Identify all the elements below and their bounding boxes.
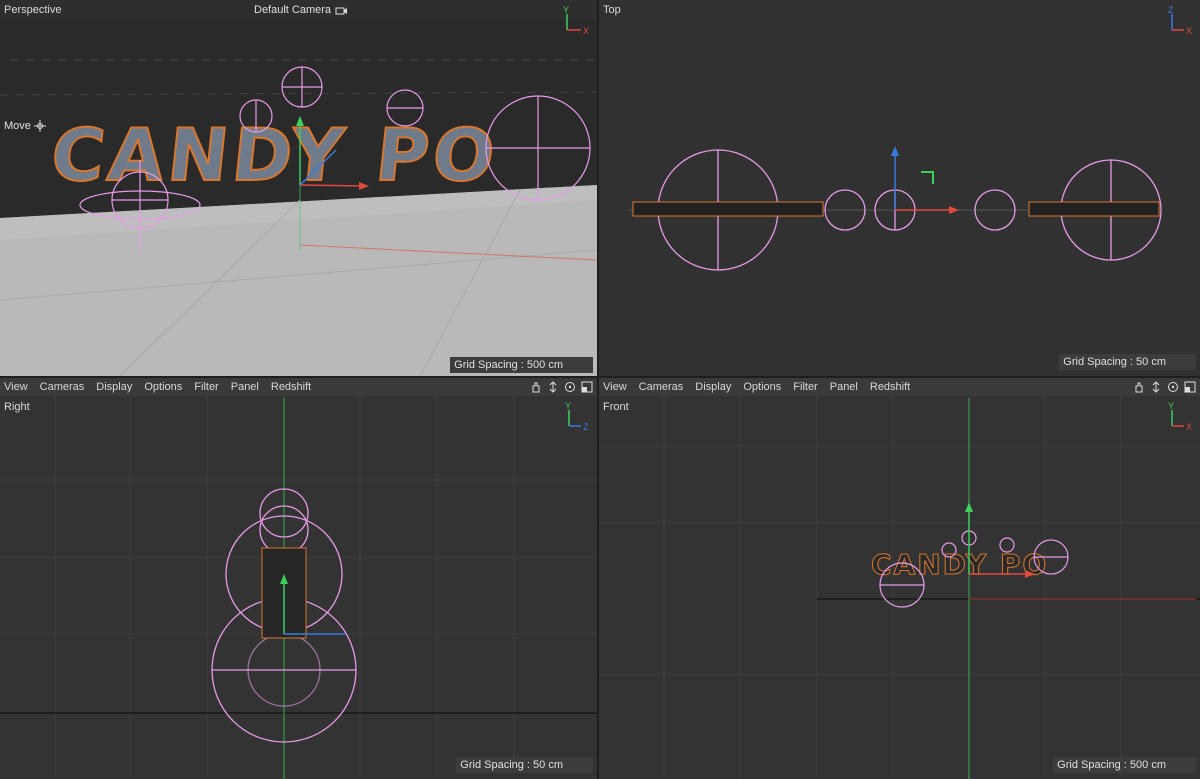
menu-cameras[interactable]: Cameras: [34, 378, 91, 396]
viewport-title[interactable]: Top: [603, 4, 621, 16]
axis-y-label: Y: [563, 5, 569, 15]
viewport-title[interactable]: Front: [603, 401, 629, 413]
axis-gizmo: Y X: [1168, 401, 1192, 432]
dolly-icon[interactable]: [547, 381, 559, 393]
move-tool-indicator: Move: [4, 120, 46, 132]
camera-selector[interactable]: Default Camera: [254, 4, 348, 16]
dolly-icon[interactable]: [1150, 381, 1162, 393]
right-viewport[interactable]: View Cameras Display Options Filter Pane…: [0, 378, 597, 779]
axis-gizmo: Z X: [1168, 5, 1192, 36]
menu-cameras[interactable]: Cameras: [633, 378, 690, 396]
right-scene: [0, 396, 597, 779]
top-scene: [629, 146, 1162, 271]
axis-gizmo: Y X: [563, 5, 589, 36]
axis-x-label: X: [1186, 422, 1192, 432]
top-viewport[interactable]: Top Z X Grid Spacing : 50 cm: [599, 0, 1200, 376]
axis-x-label: X: [1186, 26, 1192, 36]
menu-redshift[interactable]: Redshift: [864, 378, 916, 396]
rotate-icon[interactable]: [564, 381, 576, 393]
pan-icon[interactable]: [1133, 381, 1145, 393]
viewport-menubar: View Cameras Display Options Filter Pane…: [599, 378, 1200, 396]
axis-gizmo: Y Z: [565, 401, 589, 432]
axis-x-label: X: [583, 26, 589, 36]
axis-y-label: Y: [565, 401, 571, 411]
pan-icon[interactable]: [530, 381, 542, 393]
grid-spacing-label: Grid Spacing : 50 cm: [1059, 354, 1196, 370]
axis-z-label: Z: [583, 422, 589, 432]
menu-options[interactable]: Options: [138, 378, 188, 396]
tool-label: Move: [4, 120, 31, 132]
axis-y-label: Y: [1168, 401, 1174, 411]
menu-display[interactable]: Display: [90, 378, 138, 396]
camera-label: Default Camera: [254, 4, 332, 16]
menu-options[interactable]: Options: [737, 378, 787, 396]
grid-spacing-label: Grid Spacing : 500 cm: [1053, 757, 1196, 773]
svg-text:CANDY PO: CANDY PO: [871, 548, 1048, 581]
menu-redshift[interactable]: Redshift: [265, 378, 317, 396]
front-scene: CANDY PO: [599, 396, 1200, 779]
menu-view[interactable]: View: [599, 378, 633, 396]
camera-icon: [335, 7, 348, 15]
viewport-title[interactable]: Right: [4, 401, 30, 413]
viewport-nav-icons: [530, 378, 593, 396]
viewport-nav-icons: [1133, 378, 1196, 396]
viewport-title[interactable]: Perspective: [4, 4, 61, 16]
front-viewport[interactable]: View Cameras Display Options Filter Pane…: [599, 378, 1200, 779]
menu-filter[interactable]: Filter: [188, 378, 224, 396]
grid-spacing-label: Grid Spacing : 50 cm: [456, 757, 593, 773]
move-icon: [33, 120, 46, 132]
rotate-icon[interactable]: [1167, 381, 1179, 393]
menu-view[interactable]: View: [0, 378, 34, 396]
maximize-icon[interactable]: [1184, 381, 1196, 393]
menu-panel[interactable]: Panel: [225, 378, 265, 396]
axis-z-label: Z: [1168, 5, 1174, 15]
menu-panel[interactable]: Panel: [824, 378, 864, 396]
perspective-scene: CANDY PO: [0, 59, 597, 376]
menu-display[interactable]: Display: [689, 378, 737, 396]
perspective-viewport[interactable]: CANDY PO Perspective Default Camera Move: [0, 0, 597, 376]
grid-spacing-label: Grid Spacing : 500 cm: [450, 357, 593, 373]
viewport-menubar: View Cameras Display Options Filter Pane…: [0, 378, 597, 396]
menu-filter[interactable]: Filter: [787, 378, 823, 396]
maximize-icon[interactable]: [581, 381, 593, 393]
